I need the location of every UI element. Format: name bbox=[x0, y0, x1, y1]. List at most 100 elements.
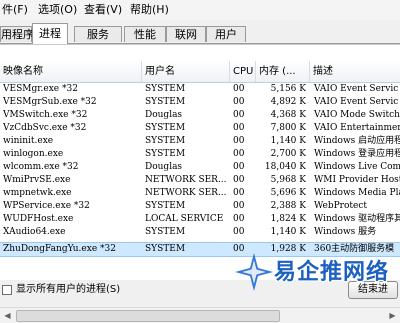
cell-memory: 1,824 K bbox=[270, 214, 306, 224]
cell-memory: 1,140 K bbox=[270, 227, 306, 237]
cell-cpu: 00 bbox=[233, 136, 245, 146]
column-header-cpu[interactable]: CPU bbox=[230, 61, 256, 82]
scrollbar-thumb[interactable] bbox=[16, 310, 280, 322]
cell-description: VAIO Event Servic bbox=[314, 97, 399, 107]
tab-processes[interactable]: 进程 bbox=[32, 23, 68, 44]
cell-image-name: wininit.exe bbox=[3, 136, 54, 146]
cell-memory: 18,040 K bbox=[264, 162, 306, 172]
cell-user-name: SYSTEM bbox=[145, 244, 186, 254]
cell-image-name: ZhuDongFangYu.exe *32 bbox=[3, 244, 116, 254]
cell-user-name: SYSTEM bbox=[145, 201, 186, 211]
cell-image-name: WPService.exe *32 bbox=[3, 201, 90, 211]
table-row[interactable]: VESMgr.exe *32 SYSTEM 00 5,156 K VAIO Ev… bbox=[0, 83, 400, 96]
cell-description: VAIO Entertainmen bbox=[314, 123, 400, 133]
cell-image-name: VESMgr.exe *32 bbox=[3, 84, 78, 94]
cell-cpu: 00 bbox=[233, 84, 245, 94]
cell-cpu: 00 bbox=[233, 162, 245, 172]
cell-description: Windows 登录应用程 bbox=[314, 149, 400, 159]
tab-performance[interactable]: 性能 bbox=[124, 26, 166, 42]
cell-user-name: SYSTEM bbox=[145, 149, 186, 159]
process-table: 映像名称 用户名 CPU 内存 (... 描述 VESMgr.exe *32 S… bbox=[0, 44, 400, 323]
cell-memory: 7,800 K bbox=[270, 123, 306, 133]
horizontal-scrollbar[interactable]: ◀ ▶ bbox=[0, 307, 400, 323]
cell-cpu: 00 bbox=[233, 175, 245, 185]
cell-memory: 4,368 K bbox=[270, 110, 306, 120]
cell-image-name: WmiPrvSE.exe bbox=[3, 175, 71, 185]
cell-cpu: 00 bbox=[233, 214, 245, 224]
show-all-users-label[interactable]: 显示所有用户的进程(S) bbox=[16, 283, 120, 297]
cell-user-name: SYSTEM bbox=[145, 97, 186, 107]
cell-image-name: wlcomm.exe *32 bbox=[3, 162, 79, 172]
cell-image-name: VESMgrSub.exe *32 bbox=[3, 97, 97, 107]
tab-applications[interactable]: 用程序 bbox=[0, 26, 34, 42]
cell-user-name: Douglas bbox=[145, 110, 183, 120]
cell-description: VAIO Event Servic bbox=[314, 84, 399, 94]
cell-memory: 2,700 K bbox=[270, 149, 306, 159]
table-row[interactable]: WPService.exe *32 SYSTEM 00 2,388 K WebP… bbox=[0, 200, 400, 213]
table-row[interactable]: wininit.exe SYSTEM 00 1,140 K Windows 启动… bbox=[0, 135, 400, 148]
show-all-users-checkbox[interactable] bbox=[2, 285, 12, 295]
column-header-image-name[interactable]: 映像名称 bbox=[0, 61, 142, 82]
table-row[interactable]: wmpnetwk.exe NETWORK SER... 00 5,696 K W… bbox=[0, 187, 400, 200]
scroll-left-arrow-icon[interactable]: ◀ bbox=[0, 309, 15, 322]
tab-networking[interactable]: 联网 bbox=[166, 26, 206, 42]
table-row[interactable]: VzCdbSvc.exe *32 SYSTEM 00 7,800 K VAIO … bbox=[0, 122, 400, 135]
cell-image-name: XAudio64.exe bbox=[3, 227, 66, 237]
column-header-description[interactable]: 描述 bbox=[310, 61, 400, 82]
cell-description: WMI Provider Host bbox=[314, 175, 400, 185]
cell-memory: 2,388 K bbox=[270, 201, 306, 211]
cell-user-name: NETWORK SER... bbox=[145, 175, 227, 185]
cell-memory: 1,140 K bbox=[270, 136, 306, 146]
table-header: 映像名称 用户名 CPU 内存 (... 描述 bbox=[0, 61, 400, 83]
cell-cpu: 00 bbox=[233, 97, 245, 107]
cell-cpu: 00 bbox=[233, 188, 245, 198]
table-row[interactable]: wlcomm.exe *32 Douglas 00 18,040 K Windo… bbox=[0, 161, 400, 174]
cell-cpu: 00 bbox=[233, 110, 245, 120]
cell-memory: 1,928 K bbox=[270, 244, 306, 254]
cell-user-name: SYSTEM bbox=[145, 136, 186, 146]
cell-user-name: NETWORK SER... bbox=[145, 188, 227, 198]
cell-image-name: VzCdbSvc.exe *32 bbox=[3, 123, 87, 133]
menu-help[interactable]: 帮助(H) bbox=[130, 3, 169, 17]
cell-user-name: Douglas bbox=[145, 162, 183, 172]
table-row-selected[interactable]: ZhuDongFangYu.exe *32 SYSTEM 00 1,928 K … bbox=[0, 242, 400, 257]
cell-description: Windows 服务 bbox=[314, 227, 377, 237]
footer: 显示所有用户的进程(S) 结束进 bbox=[0, 280, 400, 300]
cell-description: 360主动防御服务模 bbox=[314, 244, 395, 254]
tab-services[interactable]: 服务 bbox=[74, 26, 122, 42]
scroll-right-arrow-icon[interactable]: ▶ bbox=[385, 309, 400, 322]
end-process-button[interactable]: 结束进 bbox=[348, 281, 398, 299]
table-row[interactable]: VESMgrSub.exe *32 SYSTEM 00 4,892 K VAIO… bbox=[0, 96, 400, 109]
cell-memory: 4,892 K bbox=[270, 97, 306, 107]
cell-description: Windows Live Comm bbox=[314, 162, 400, 172]
cell-memory: 5,156 K bbox=[270, 84, 306, 94]
cell-cpu: 00 bbox=[233, 227, 245, 237]
column-header-user-name[interactable]: 用户名 bbox=[142, 61, 230, 82]
menu-options[interactable]: 选项(O) bbox=[38, 3, 77, 17]
cell-description: Windows 启动应用程 bbox=[314, 136, 400, 146]
cell-cpu: 00 bbox=[233, 201, 245, 211]
cell-image-name: WUDFHost.exe bbox=[3, 214, 74, 224]
table-row[interactable]: WUDFHost.exe LOCAL SERVICE 00 1,824 K Wi… bbox=[0, 213, 400, 226]
cell-description: Windows 驱动程序其 bbox=[314, 214, 400, 224]
menu-file[interactable]: 件(F) bbox=[2, 3, 28, 17]
table-row[interactable]: XAudio64.exe SYSTEM 00 1,140 K Windows 服… bbox=[0, 226, 400, 239]
cell-memory: 5,968 K bbox=[270, 175, 306, 185]
cell-cpu: 00 bbox=[233, 123, 245, 133]
table-row[interactable]: winlogon.exe SYSTEM 00 2,700 K Windows 登… bbox=[0, 148, 400, 161]
tab-users[interactable]: 用户 bbox=[206, 26, 246, 42]
cell-cpu: 00 bbox=[233, 244, 245, 254]
cell-user-name: LOCAL SERVICE bbox=[145, 214, 224, 224]
column-header-memory[interactable]: 内存 (... bbox=[256, 61, 310, 82]
cell-user-name: SYSTEM bbox=[145, 84, 186, 94]
cell-cpu: 00 bbox=[233, 149, 245, 159]
cell-user-name: SYSTEM bbox=[145, 227, 186, 237]
table-row[interactable]: WmiPrvSE.exe NETWORK SER... 00 5,968 K W… bbox=[0, 174, 400, 187]
cell-memory: 5,696 K bbox=[270, 188, 306, 198]
cell-image-name: VMSwitch.exe *32 bbox=[3, 110, 88, 120]
cell-image-name: wmpnetwk.exe bbox=[3, 188, 72, 198]
tab-bar: 用程序 进程 服务 性能 联网 用户 bbox=[0, 20, 400, 44]
menubar: 件(F) 选项(O) 查看(V) 帮助(H) bbox=[0, 0, 400, 21]
menu-view[interactable]: 查看(V) bbox=[84, 3, 122, 17]
table-row[interactable]: VMSwitch.exe *32 Douglas 00 4,368 K VAIO… bbox=[0, 109, 400, 122]
